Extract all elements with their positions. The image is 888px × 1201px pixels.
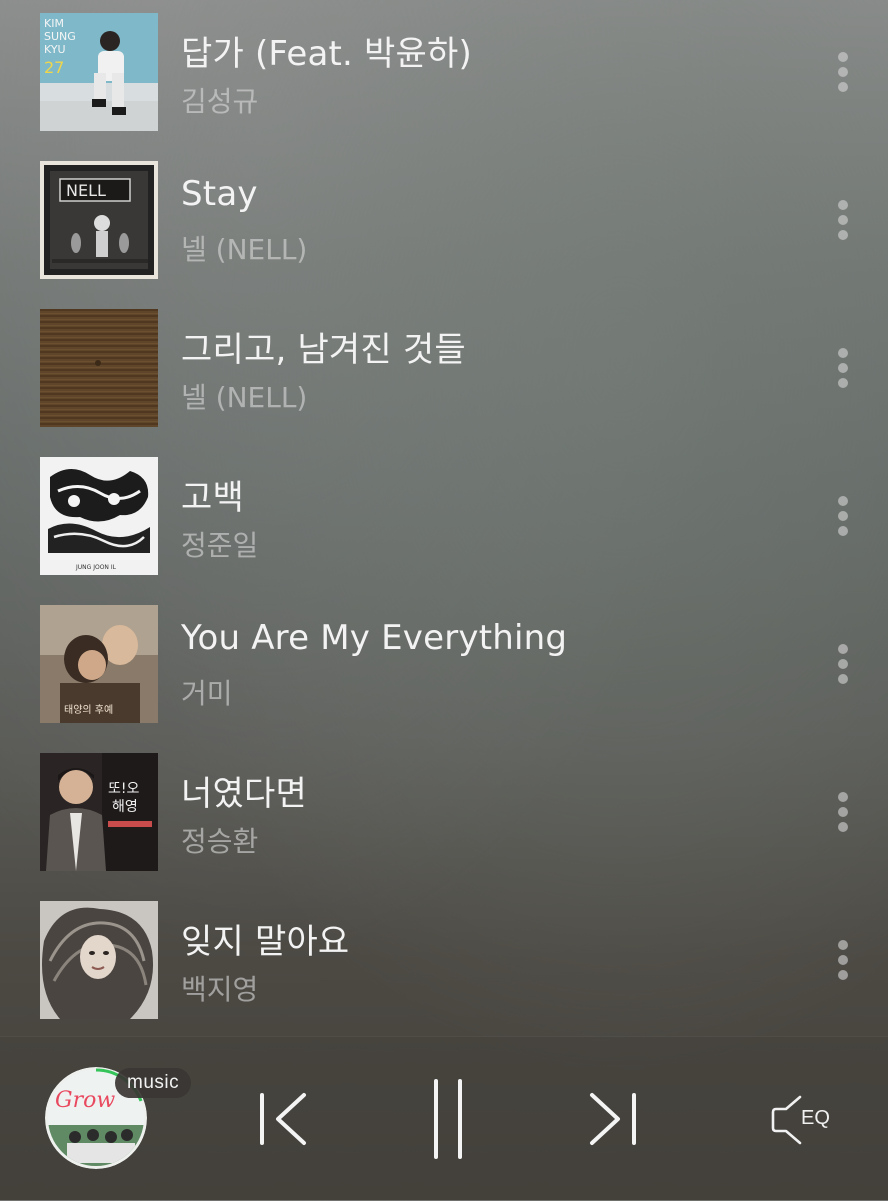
album-cover-man-suit: 또!오 해영 (40, 753, 158, 871)
more-vertical-icon[interactable] (828, 342, 858, 394)
track-row[interactable]: KIM SUNG KYU 27 답가 (Feat. 박윤하) 김성규 (0, 0, 888, 148)
svg-text:NELL: NELL (66, 181, 106, 200)
track-row[interactable]: JUNG JOON IL 고백 정준일 (0, 444, 888, 592)
mini-player: Grow music EQ (0, 1036, 888, 1201)
track-title: You Are My Everything (181, 618, 568, 658)
album-cover-woman-hair (40, 901, 158, 1019)
eq-label[interactable]: EQ (801, 1107, 830, 1130)
track-row[interactable]: 또!오 해영 너였다면 정승환 (0, 740, 888, 888)
track-artist: 거미 (181, 677, 233, 710)
track-artist: 김성규 (181, 85, 259, 118)
cover-script-text: Grow (55, 1088, 115, 1113)
skip-previous-icon[interactable] (256, 1091, 310, 1147)
track-artist: 정준일 (181, 529, 259, 562)
pause-icon[interactable] (428, 1077, 468, 1161)
album-cover-couple: 태양의 후예 (40, 605, 158, 723)
svg-text:또!오: 또!오 (108, 781, 139, 797)
track-artist: 넬 (NELL) (181, 381, 308, 414)
track-title: 너였다면 (181, 774, 307, 814)
svg-text:JUNG JOON IL: JUNG JOON IL (75, 564, 117, 571)
more-vertical-icon[interactable] (828, 46, 858, 98)
more-vertical-icon[interactable] (828, 194, 858, 246)
album-cover-nell-stay: NELL (40, 161, 158, 279)
album-cover-kim-sung-kyu: KIM SUNG KYU 27 (40, 13, 158, 131)
track-row[interactable]: NELL Stay 넬 (NELL) (0, 148, 888, 296)
track-row[interactable]: 태양의 후예 You Are My Everything 거미 (0, 592, 888, 740)
more-vertical-icon[interactable] (828, 490, 858, 542)
track-title: 그리고, 남겨진 것들 (181, 330, 466, 370)
svg-text:KYU: KYU (44, 43, 66, 56)
track-title: Stay (181, 174, 258, 214)
track-title: 고백 (181, 478, 244, 518)
svg-text:해영: 해영 (112, 799, 138, 815)
svg-text:KIM: KIM (44, 17, 64, 30)
track-title: 답가 (Feat. 박윤하) (181, 34, 472, 74)
speaker-eq-icon[interactable] (770, 1093, 804, 1147)
more-vertical-icon[interactable] (828, 934, 858, 986)
more-vertical-icon[interactable] (828, 638, 858, 690)
track-row[interactable]: 잊지 말아요 백지영 (0, 888, 888, 1036)
track-row[interactable]: 그리고, 남겨진 것들 넬 (NELL) (0, 296, 888, 444)
album-cover-illustration: JUNG JOON IL (40, 457, 158, 575)
album-cover-nell-wood (40, 309, 158, 427)
track-artist: 넬 (NELL) (181, 233, 308, 266)
svg-text:태양의 후예: 태양의 후예 (64, 704, 113, 716)
more-vertical-icon[interactable] (828, 786, 858, 838)
skip-next-icon[interactable] (586, 1091, 640, 1147)
track-artist: 정승환 (181, 825, 259, 858)
svg-text:SUNG: SUNG (44, 30, 76, 43)
svg-text:27: 27 (44, 58, 64, 77)
track-title: 잊지 말아요 (181, 922, 350, 962)
music-app-badge: music (115, 1068, 192, 1098)
track-artist: 백지영 (181, 973, 259, 1006)
